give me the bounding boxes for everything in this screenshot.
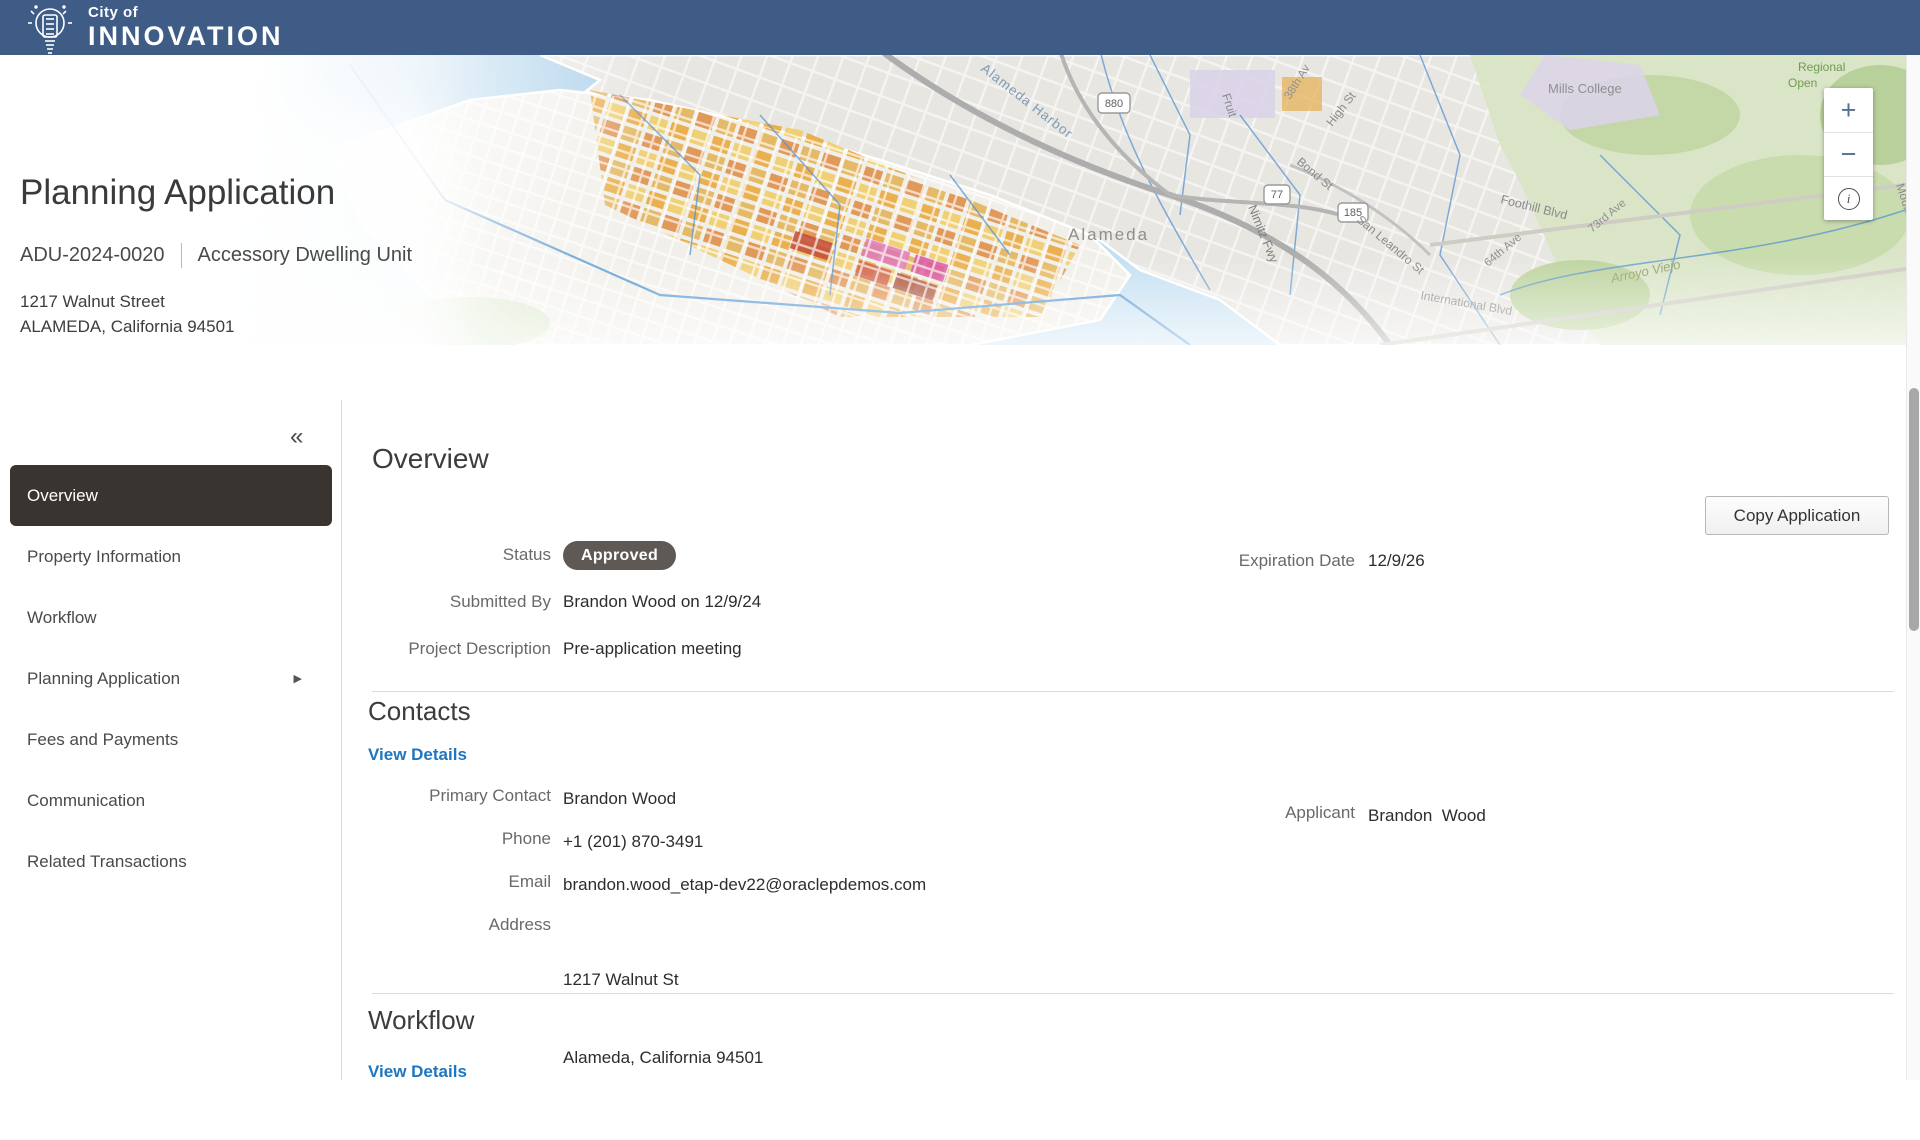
page-title: Planning Application [20,173,412,213]
section-heading-contacts: Contacts [368,696,471,727]
sidebar-item-workflow[interactable]: Workflow [10,587,332,648]
applicant-value: Brandon Wood [1368,803,1486,829]
app-header: City of INNOVATION [0,0,1920,55]
sidebar-collapse-button[interactable]: « [290,423,301,451]
email-row: Email brandon.wood_etap-dev22@oraclepdem… [343,872,926,898]
expiration-date-label: Expiration Date [1100,551,1368,571]
primary-contact-value: Brandon Wood [563,786,676,812]
brand-city-of: City of [88,4,284,21]
submitted-by-row: Submitted By Brandon Wood on 12/9/24 [343,587,761,617]
hero-address-line1: 1217 Walnut Street [20,290,412,315]
email-value: brandon.wood_etap-dev22@oraclepdemos.com [563,872,926,898]
map-control-panel: + − i [1824,88,1873,220]
submitted-by-value: Brandon Wood on 12/9/24 [563,589,761,615]
map-zoom-out-button[interactable]: − [1824,132,1873,176]
record-separator [181,243,182,268]
expiration-date-row: Expiration Date 12/9/26 [1100,546,1425,576]
phone-value: +1 (201) 870-3491 [563,829,703,855]
map-banner[interactable]: 880 77 185 ay Fry Alameda Harbor Alameda… [0,55,1920,400]
sidebar-nav: Overview Property Information Workflow P… [0,465,342,892]
project-description-row: Project Description Pre-application meet… [343,634,761,664]
hero-address-line2: ALAMEDA, California 94501 [20,315,412,340]
info-icon: i [1838,188,1860,210]
lightbulb-icon [22,1,78,57]
phone-row: Phone +1 (201) 870-3491 [343,829,926,855]
contacts-fields: Primary Contact Brandon Wood Phone +1 (2… [343,786,926,1140]
overview-fields-right: Expiration Date 12/9/26 [1100,546,1425,593]
map-label-open: Open [1788,76,1817,90]
sidebar-item-property-information[interactable]: Property Information [10,526,332,587]
map-info-button[interactable]: i [1824,176,1873,220]
sidebar-item-related-transactions[interactable]: Related Transactions [10,831,332,892]
phone-label: Phone [343,829,563,849]
divider-workflow [372,993,1894,994]
brand-innovation: INNOVATION [88,21,284,52]
status-badge: Approved [563,541,676,570]
sidebar-item-communication[interactable]: Communication [10,770,332,831]
project-description-label: Project Description [343,639,563,659]
submenu-arrow-icon: ▶ [294,672,302,685]
contact-address-line1: 1217 Walnut St [563,967,763,993]
sidebar-item-planning-application[interactable]: Planning Application ▶ [10,648,332,709]
map-zoom-in-button[interactable]: + [1824,88,1873,132]
status-label: Status [343,545,563,565]
shield-sr77: 77 [1271,189,1283,201]
divider-contacts [372,691,1894,692]
map-label-regional: Regional [1798,60,1845,74]
overview-fields-left: Status Approved Submitted By Brandon Woo… [343,540,761,681]
email-label: Email [343,872,563,892]
map-label-alameda: Alameda [1068,225,1149,244]
copy-application-button[interactable]: Copy Application [1705,496,1889,535]
workflow-view-details-link[interactable]: View Details [368,1062,467,1082]
shield-i880: 880 [1105,98,1123,110]
city-logo: City of INNOVATION [22,1,284,57]
sidebar-item-overview[interactable]: Overview [10,465,332,526]
vertical-scrollbar[interactable] [1906,55,1920,1080]
record-id: ADU-2024-0020 [20,244,165,267]
submitted-by-label: Submitted By [343,592,563,612]
scrollbar-thumb[interactable] [1909,388,1919,631]
primary-contact-label: Primary Contact [343,786,563,806]
primary-contact-row: Primary Contact Brandon Wood [343,786,926,812]
section-heading-workflow: Workflow [368,1005,474,1036]
applicant-row: Applicant Brandon Wood [1100,803,1486,829]
expiration-date-value: 12/9/26 [1368,548,1425,574]
sidebar-item-fees-and-payments[interactable]: Fees and Payments [10,709,332,770]
map-label-mills-college: Mills College [1548,81,1622,96]
section-heading-overview: Overview [372,443,489,475]
contacts-view-details-link[interactable]: View Details [368,745,467,765]
contact-address-label: Address [343,915,563,935]
record-type: Accessory Dwelling Unit [198,244,413,267]
contact-address-line2: Alameda, California 94501 [563,1045,763,1071]
project-description-value: Pre-application meeting [563,636,742,662]
applicant-label: Applicant [1100,803,1368,829]
status-row: Status Approved [343,540,761,570]
